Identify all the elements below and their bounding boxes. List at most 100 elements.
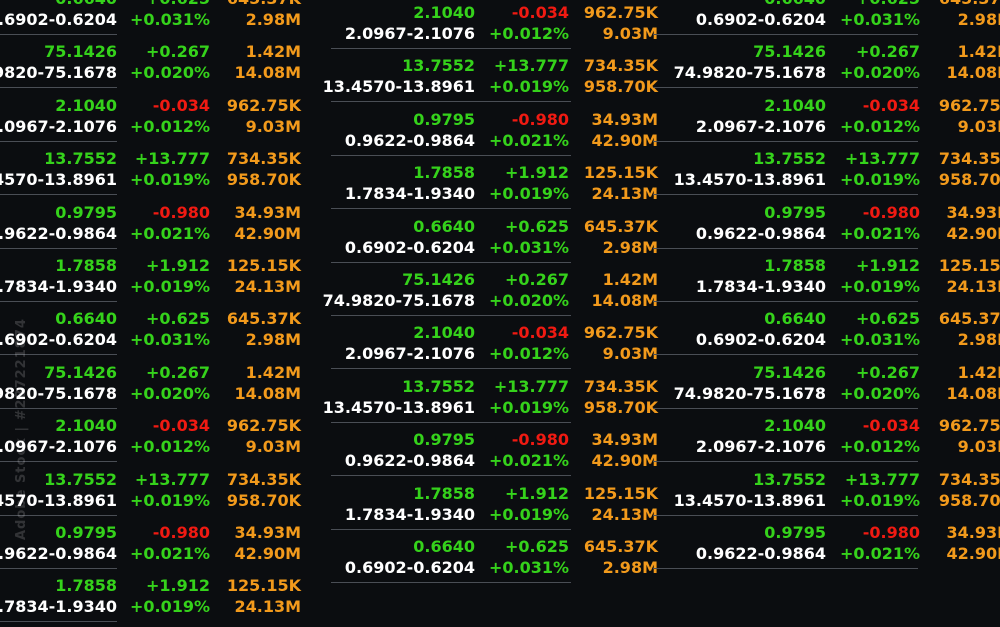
- day-range: 1.7834-1.9340: [0, 597, 117, 617]
- volume-primary: 125.15K: [226, 256, 301, 275]
- last-price: 1.7858: [55, 576, 117, 596]
- day-range: 0.9622-0.9864: [0, 223, 117, 243]
- day-range: 2.0967-2.1076: [344, 24, 475, 43]
- volume-secondary: 14.08M: [234, 383, 301, 403]
- row-divider: [0, 568, 117, 569]
- row-divider: [331, 421, 571, 423]
- quote-row: 0.66400.6902-0.6204+0.625+0.031%645.37K2…: [653, 306, 1000, 359]
- quote-row: 75.142674.9820-75.1678 +0.267+0.020% 1.42M…: [653, 360, 1000, 413]
- volume-secondary: 42.90M: [946, 544, 1000, 563]
- row-divider: [331, 101, 571, 103]
- percent-change: +0.031%: [129, 330, 210, 350]
- day-range: 0.9622-0.9864: [695, 544, 826, 563]
- row-divider: [653, 247, 918, 249]
- volume-secondary: 42.90M: [234, 544, 301, 563]
- percent-change: +0.031%: [129, 10, 210, 29]
- percent-change: +0.019%: [129, 490, 210, 510]
- row-divider: [653, 354, 918, 356]
- row-divider: [331, 475, 571, 477]
- quote-row: 1.78581.7834-1.9340+1.912+0.019%125.15K2…: [331, 160, 691, 213]
- quote-row: 0.66400.6902-0.6204+0.625+0.031%645.37K2…: [331, 534, 691, 587]
- quote-column-2: 2.1040 2.0967-2.1076 -0.034 +0.012% 962.75K 9…: [323, 0, 691, 583]
- row-divider: [331, 208, 571, 210]
- day-range: 2.0967-2.1076: [695, 437, 826, 457]
- percent-change: +0.019%: [488, 504, 569, 524]
- day-range: 74.9820-75.1678: [0, 63, 117, 83]
- day-range: 13.4570-13.8961: [322, 77, 475, 97]
- volume-secondary: 2.98M: [602, 237, 658, 257]
- percent-change: +0.012%: [839, 437, 920, 457]
- day-range: 13.4570-13.8961: [673, 170, 826, 190]
- last-price: 0.6640: [764, 0, 826, 8]
- row-divider: [331, 528, 571, 530]
- price-change: -0.034: [511, 3, 569, 22]
- last-price: 0.9795: [413, 109, 475, 129]
- volume-primary: 962.75K: [226, 416, 301, 436]
- quote-row: 13.755213.4570-13.8961 +13.777+0.019% 734.…: [0, 146, 357, 199]
- volume-primary: 1.42M: [602, 270, 658, 289]
- volume-secondary: 958.70K: [938, 170, 1000, 190]
- volume-primary: 34.93M: [591, 109, 658, 129]
- quote-row: 0.66400.6902-0.6204+0.625+0.031%645.37K2…: [331, 214, 691, 267]
- price-change: -0.980: [862, 523, 920, 542]
- volume-primary: 645.37K: [938, 309, 1000, 329]
- volume-secondary: 9.03M: [245, 116, 301, 136]
- volume-primary: 1.42M: [957, 362, 1000, 382]
- row-divider: [0, 247, 117, 249]
- percent-change: +0.019%: [839, 277, 920, 296]
- volume-primary: 734.35K: [226, 149, 301, 169]
- volume-secondary: 9.03M: [957, 116, 1000, 136]
- volume-secondary: 14.08M: [946, 383, 1000, 403]
- percent-change: +0.019%: [488, 77, 569, 97]
- quote-row: 0.97950.9622-0.9864-0.980+0.021%34.93M42…: [331, 107, 691, 160]
- quote-row: 1.78581.7834-1.9340+1.912+0.019%125.15K2…: [653, 253, 1000, 306]
- percent-change: +0.031%: [839, 330, 920, 350]
- day-range: 0.6902-0.6204: [344, 558, 475, 577]
- last-price: 2.1040: [55, 95, 117, 115]
- quote-row: 13.755213.4570-13.8961 +13.777+0.019% 734.…: [653, 146, 1000, 199]
- last-price: 75.1426: [402, 270, 475, 289]
- percent-change: +0.019%: [129, 277, 210, 296]
- quote-row: 75.142674.9820-75.1678 +0.267+0.020% 1.42M…: [653, 39, 1000, 92]
- day-range: 0.6902-0.6204: [695, 330, 826, 350]
- day-range: 2.0967-2.1076: [344, 344, 475, 364]
- percent-change: +0.021%: [488, 451, 569, 471]
- percent-change: +0.031%: [488, 558, 569, 577]
- row-divider: [653, 461, 918, 463]
- last-price: 0.6640: [413, 537, 475, 556]
- stock-watermark: Adobe Stock | #287221874: [14, 318, 29, 540]
- volume-secondary: 2.98M: [957, 330, 1000, 350]
- volume-secondary: 24.13M: [591, 504, 658, 524]
- price-change: +0.267: [145, 362, 210, 382]
- quote-row: 0.97950.9622-0.9864-0.980+0.021%34.93M42…: [653, 520, 1000, 573]
- quote-row: 2.10402.0967-2.1076-0.034+0.012%962.75K9…: [0, 413, 357, 466]
- volume-secondary: 958.70K: [226, 170, 301, 190]
- last-price: 13.7552: [753, 149, 826, 169]
- quote-row: 1.78581.7834-1.9340+1.912+0.019%125.15K2…: [0, 573, 357, 626]
- quote-row: 2.10402.0967-2.1076-0.034+0.012%962.75K9…: [0, 93, 357, 146]
- volume-primary: 34.93M: [946, 202, 1000, 222]
- last-price: 0.9795: [764, 202, 826, 222]
- price-change: +1.912: [145, 576, 210, 596]
- quote-row: 2.10402.0967-2.1076-0.034+0.012%962.75K9…: [653, 413, 1000, 466]
- price-change: +0.267: [855, 362, 920, 382]
- row-divider: [331, 48, 571, 49]
- percent-change: +0.019%: [488, 397, 569, 417]
- price-change: +0.267: [504, 270, 569, 289]
- last-price: 75.1426: [44, 362, 117, 382]
- volume-primary: 125.15K: [583, 483, 658, 503]
- row-divider: [0, 194, 117, 196]
- row-divider: [653, 34, 918, 35]
- day-range: 0.6902-0.6204: [0, 10, 117, 29]
- volume-secondary: 14.08M: [946, 63, 1000, 83]
- last-price: 75.1426: [753, 42, 826, 62]
- percent-change: +0.020%: [839, 383, 920, 403]
- volume-primary: 962.75K: [583, 323, 658, 343]
- last-price: 2.1040: [764, 416, 826, 436]
- price-change: +0.625: [855, 309, 920, 329]
- price-change: +13.777: [493, 56, 569, 76]
- day-range: 0.6902-0.6204: [695, 10, 826, 29]
- volume-primary: 645.37K: [226, 309, 301, 329]
- day-range: 2.0967-2.1076: [695, 116, 826, 136]
- percent-change: +0.012%: [129, 116, 210, 136]
